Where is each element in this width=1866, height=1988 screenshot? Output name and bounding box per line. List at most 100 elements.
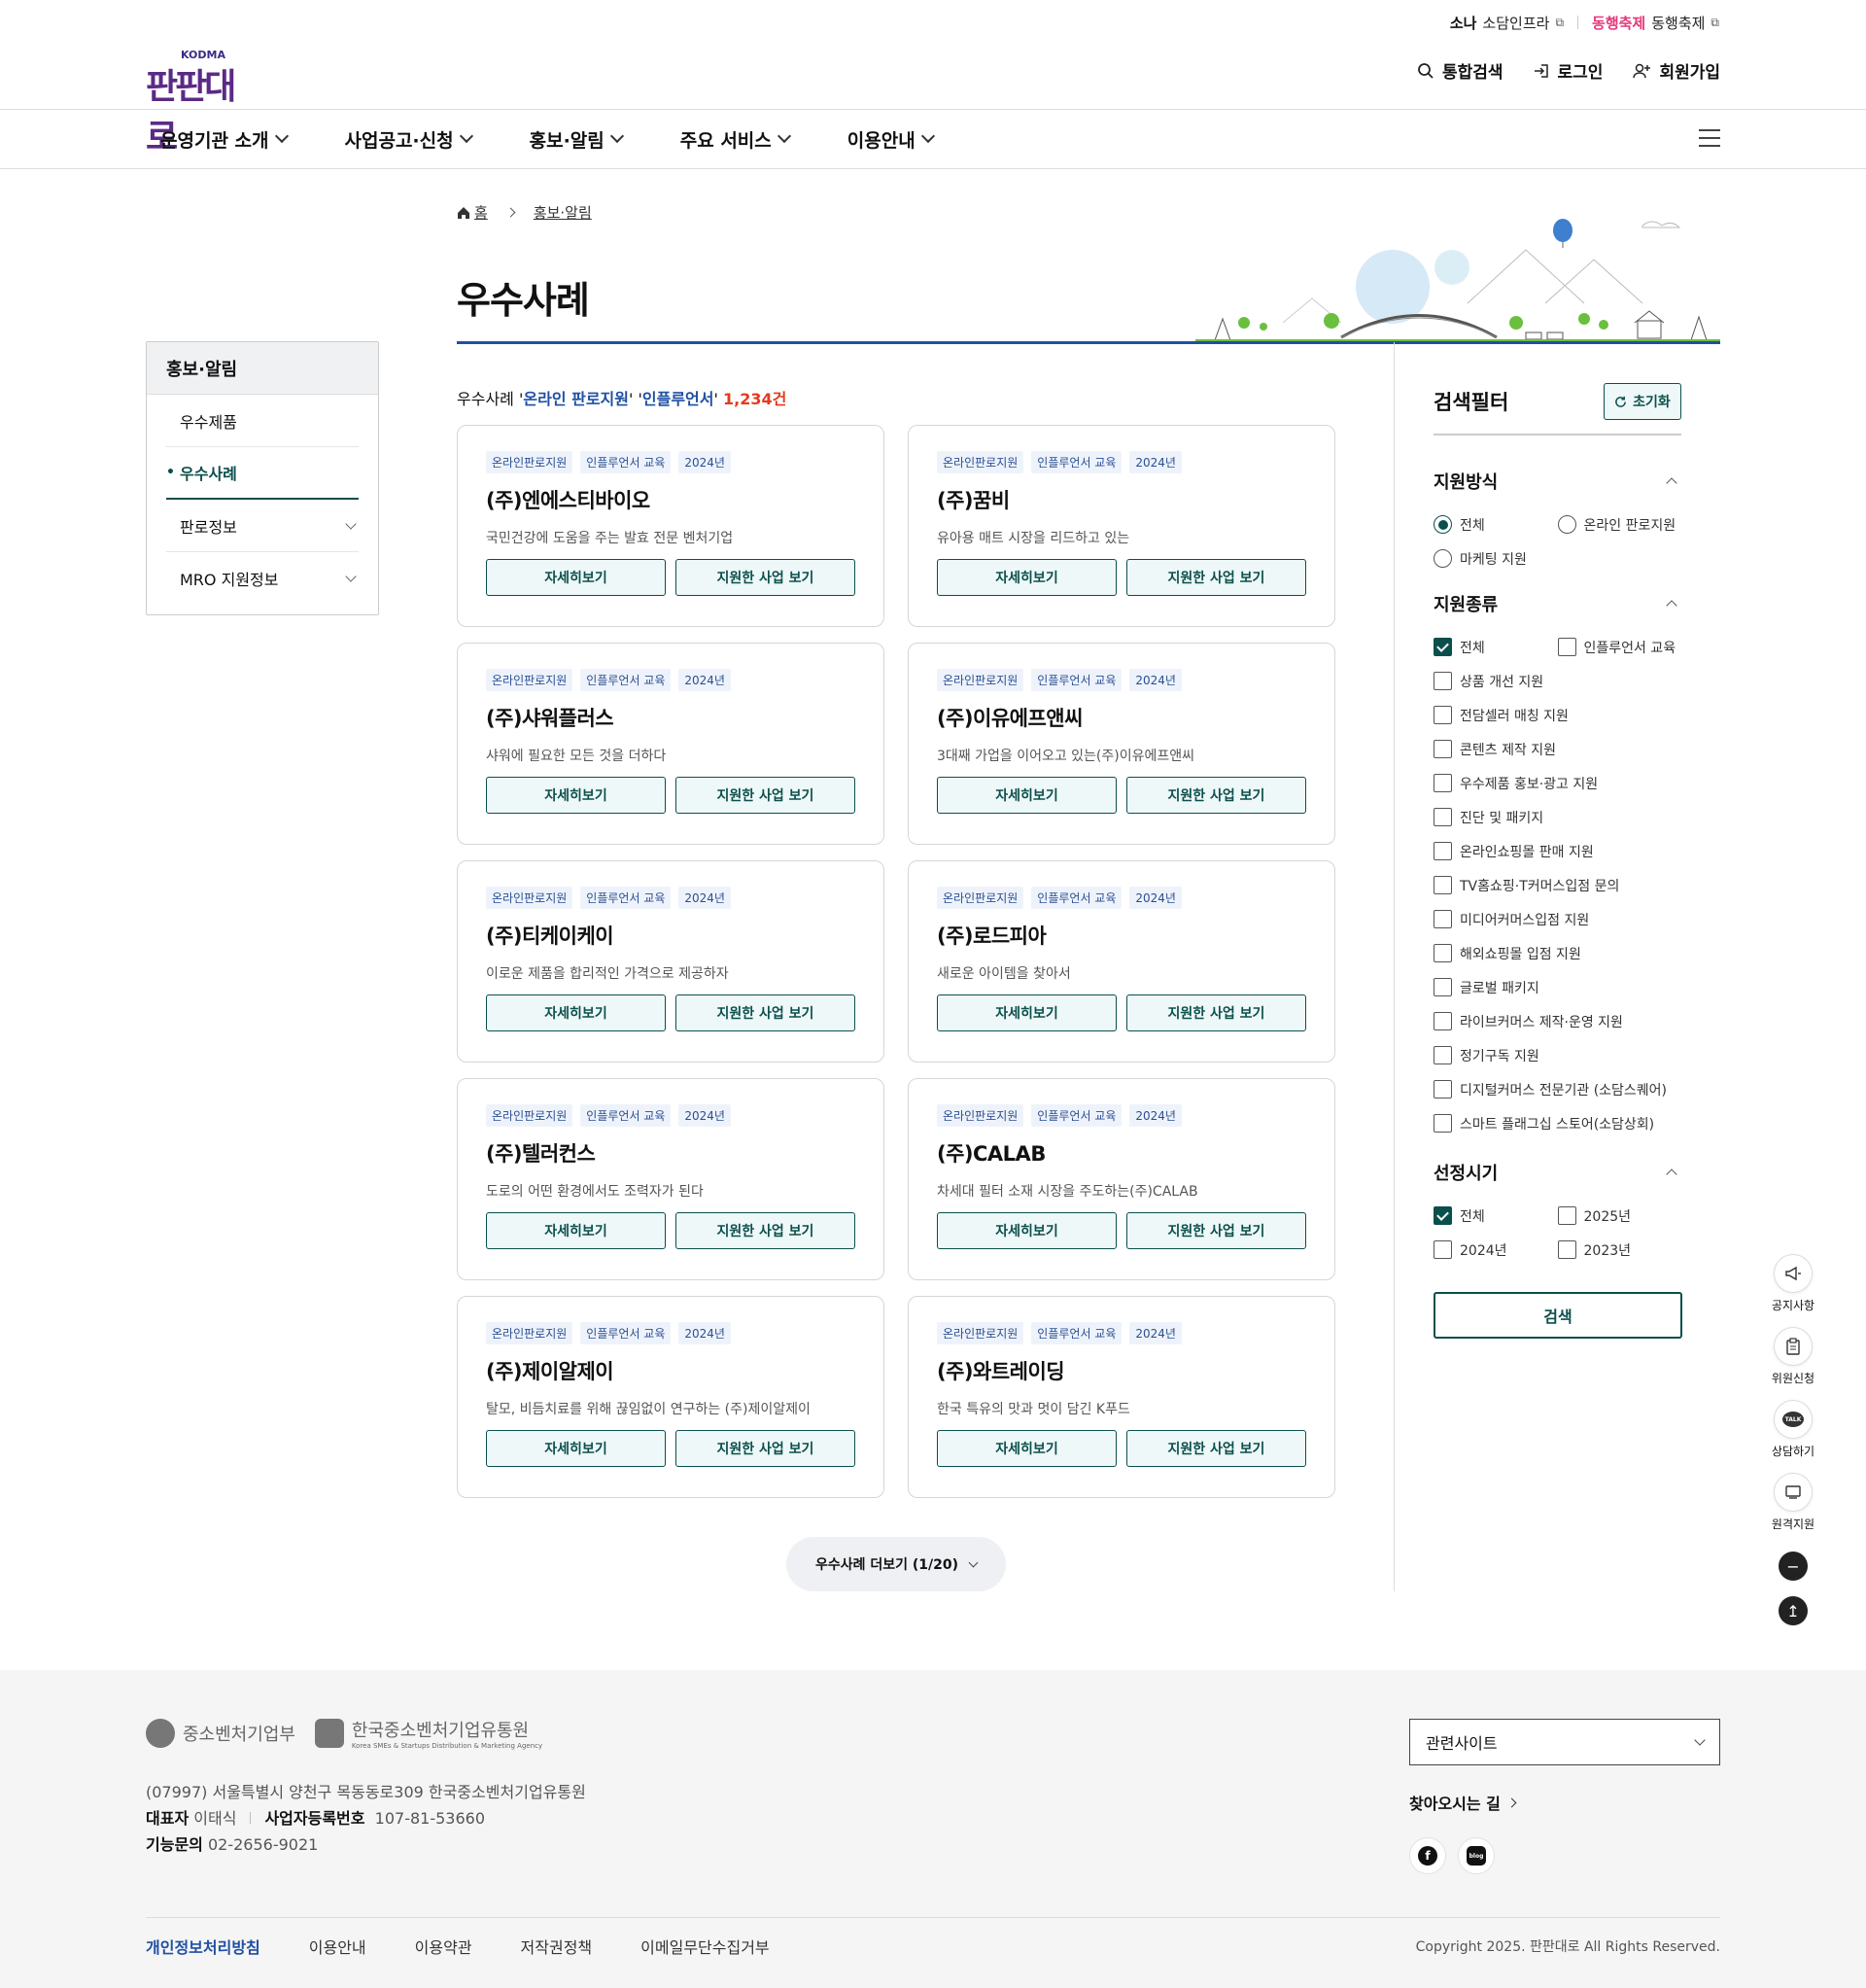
quick-apply[interactable]: 위원신청 — [1772, 1327, 1814, 1386]
checkbox-option[interactable]: 디지털커머스 전문기관 (소담스퀘어) — [1434, 1072, 1681, 1106]
nav-item-services[interactable]: 주요 서비스 — [680, 126, 791, 153]
filter-group-header[interactable]: 지원방식 — [1434, 469, 1681, 494]
search-submit-button[interactable]: 검색 — [1434, 1292, 1682, 1339]
checkbox-option[interactable]: 상품 개선 지원 — [1434, 664, 1681, 698]
detail-button[interactable]: 자세히보기 — [937, 1430, 1117, 1467]
checkbox-icon[interactable] — [1434, 910, 1452, 928]
checkbox-option[interactable]: 라이브커머스 제작·운영 지원 — [1434, 1004, 1681, 1038]
radio-icon[interactable] — [1557, 515, 1576, 534]
checkbox-icon[interactable] — [1557, 1206, 1576, 1225]
checkbox-option[interactable]: 2024년 — [1434, 1233, 1558, 1267]
supported-business-button[interactable]: 지원한 사업 보기 — [675, 559, 855, 596]
footer-link-email[interactable]: 이메일무단수집거부 — [640, 1935, 769, 1958]
footer-link-terms[interactable]: 이용약관 — [415, 1935, 472, 1958]
detail-button[interactable]: 자세히보기 — [486, 994, 666, 1031]
checkbox-option[interactable]: 인플루언서 교육 — [1557, 630, 1682, 664]
checkbox-icon[interactable] — [1434, 1206, 1452, 1225]
related-site-select[interactable]: 관련사이트 — [1409, 1719, 1720, 1765]
checkbox-icon[interactable] — [1434, 978, 1452, 996]
signup-button[interactable]: 회원가입 — [1632, 58, 1720, 83]
radio-icon[interactable] — [1434, 515, 1452, 534]
detail-button[interactable]: 자세히보기 — [486, 1212, 666, 1249]
checkbox-option[interactable]: 우수제품 홍보·광고 지원 — [1434, 766, 1681, 800]
detail-button[interactable]: 자세히보기 — [937, 559, 1117, 596]
checkbox-option[interactable]: 스마트 플래그십 스토어(소담상회) — [1434, 1106, 1681, 1140]
checkbox-icon[interactable] — [1434, 740, 1452, 758]
quick-consult[interactable]: TALK 상담하기 — [1772, 1400, 1814, 1459]
directions-link[interactable]: 찾아오시는 길 — [1409, 1791, 1517, 1814]
checkbox-option[interactable]: 진단 및 패키지 — [1434, 800, 1681, 834]
checkbox-icon[interactable] — [1557, 638, 1576, 656]
detail-button[interactable]: 자세히보기 — [937, 777, 1117, 814]
side-nav-item-mro[interactable]: MRO 지원정보 — [166, 552, 359, 605]
detail-button[interactable]: 자세히보기 — [937, 1212, 1117, 1249]
side-nav-item-best-products[interactable]: 우수제품 — [166, 395, 359, 447]
checkbox-option[interactable]: 온라인쇼핑몰 판매 지원 — [1434, 834, 1681, 868]
supported-business-button[interactable]: 지원한 사업 보기 — [675, 994, 855, 1031]
supported-business-button[interactable]: 지원한 사업 보기 — [1126, 1212, 1306, 1249]
filter-group-header[interactable]: 지원종류 — [1434, 591, 1681, 616]
checkbox-icon[interactable] — [1557, 1240, 1576, 1259]
checkbox-option[interactable]: 2025년 — [1557, 1199, 1682, 1233]
checkbox-option[interactable]: 전체 — [1434, 630, 1558, 664]
quick-notice[interactable]: 공지사항 — [1772, 1254, 1814, 1313]
supported-business-button[interactable]: 지원한 사업 보기 — [1126, 994, 1306, 1031]
checkbox-icon[interactable] — [1434, 1080, 1452, 1099]
side-nav-item-best-cases[interactable]: 우수사례 — [166, 447, 359, 500]
scroll-top-icon[interactable]: ↥ — [1779, 1596, 1808, 1625]
checkbox-option[interactable]: TV홈쇼핑·T커머스입점 문의 — [1434, 868, 1681, 902]
blog-link[interactable]: blog — [1458, 1837, 1495, 1874]
checkbox-icon[interactable] — [1434, 1240, 1452, 1259]
checkbox-icon[interactable] — [1434, 842, 1452, 860]
radio-option[interactable]: 전체 — [1434, 507, 1558, 541]
supported-business-button[interactable]: 지원한 사업 보기 — [675, 777, 855, 814]
checkbox-icon[interactable] — [1434, 1046, 1452, 1064]
radio-option[interactable]: 온라인 판로지원 — [1557, 507, 1682, 541]
checkbox-icon[interactable] — [1434, 876, 1452, 894]
checkbox-option[interactable]: 글로벌 패키지 — [1434, 970, 1681, 1004]
detail-button[interactable]: 자세히보기 — [937, 994, 1117, 1031]
facebook-link[interactable]: f — [1409, 1837, 1446, 1874]
checkbox-icon[interactable] — [1434, 808, 1452, 826]
sodam-infra-link[interactable]: 소나 소담인프라 ⧉ — [1450, 13, 1564, 33]
radio-option[interactable]: 마케팅 지원 — [1434, 541, 1558, 575]
checkbox-option[interactable]: 정기구독 지원 — [1434, 1038, 1681, 1072]
nav-item-guide[interactable]: 이용안내 — [847, 126, 935, 153]
supported-business-button[interactable]: 지원한 사업 보기 — [1126, 777, 1306, 814]
login-button[interactable]: 로그인 — [1533, 58, 1603, 83]
footer-link-guide[interactable]: 이용안내 — [309, 1935, 366, 1958]
checkbox-option[interactable]: 전담셀러 매칭 지원 — [1434, 698, 1681, 732]
footer-link-privacy[interactable]: 개인정보처리방침 — [146, 1935, 260, 1958]
search-button[interactable]: 통합검색 — [1417, 58, 1503, 83]
side-nav-item-market-info[interactable]: 판로정보 — [166, 500, 359, 552]
breadcrumb-current[interactable]: 홍보·알림 — [534, 202, 592, 223]
checkbox-option[interactable]: 전체 — [1434, 1199, 1558, 1233]
footer-link-copyright[interactable]: 저작권정책 — [521, 1935, 593, 1958]
checkbox-icon[interactable] — [1434, 944, 1452, 962]
radio-icon[interactable] — [1434, 549, 1452, 568]
supported-business-button[interactable]: 지원한 사업 보기 — [675, 1212, 855, 1249]
load-more-button[interactable]: 우수사례 더보기 (1/20) — [786, 1537, 1006, 1591]
checkbox-option[interactable]: 콘텐츠 제작 지원 — [1434, 732, 1681, 766]
checkbox-icon[interactable] — [1434, 672, 1452, 690]
quick-remote[interactable]: 원격지원 — [1772, 1473, 1814, 1532]
detail-button[interactable]: 자세히보기 — [486, 1430, 666, 1467]
detail-button[interactable]: 자세히보기 — [486, 777, 666, 814]
nav-item-business[interactable]: 사업공고·신청 — [345, 126, 473, 153]
nav-item-promotion[interactable]: 홍보·알림 — [530, 126, 624, 153]
collapse-icon[interactable]: − — [1779, 1552, 1808, 1581]
filter-group-header[interactable]: 선정시기 — [1434, 1160, 1681, 1185]
supported-business-button[interactable]: 지원한 사업 보기 — [1126, 559, 1306, 596]
checkbox-icon[interactable] — [1434, 638, 1452, 656]
supported-business-button[interactable]: 지원한 사업 보기 — [675, 1430, 855, 1467]
festival-link[interactable]: 동행축제 동행축제 ⧉ — [1592, 13, 1719, 33]
checkbox-option[interactable]: 미디어커머스입점 지원 — [1434, 902, 1681, 936]
hamburger-menu-icon[interactable] — [1699, 129, 1720, 147]
nav-item-about[interactable]: 운영기관 소개 — [160, 126, 289, 153]
reset-button[interactable]: 초기화 — [1604, 383, 1681, 420]
breadcrumb-home[interactable]: 홈 — [457, 202, 488, 223]
detail-button[interactable]: 자세히보기 — [486, 559, 666, 596]
site-logo[interactable]: KODMA 판판대로 — [146, 49, 262, 157]
checkbox-icon[interactable] — [1434, 1114, 1452, 1133]
checkbox-option[interactable]: 해외쇼핑몰 입점 지원 — [1434, 936, 1681, 970]
